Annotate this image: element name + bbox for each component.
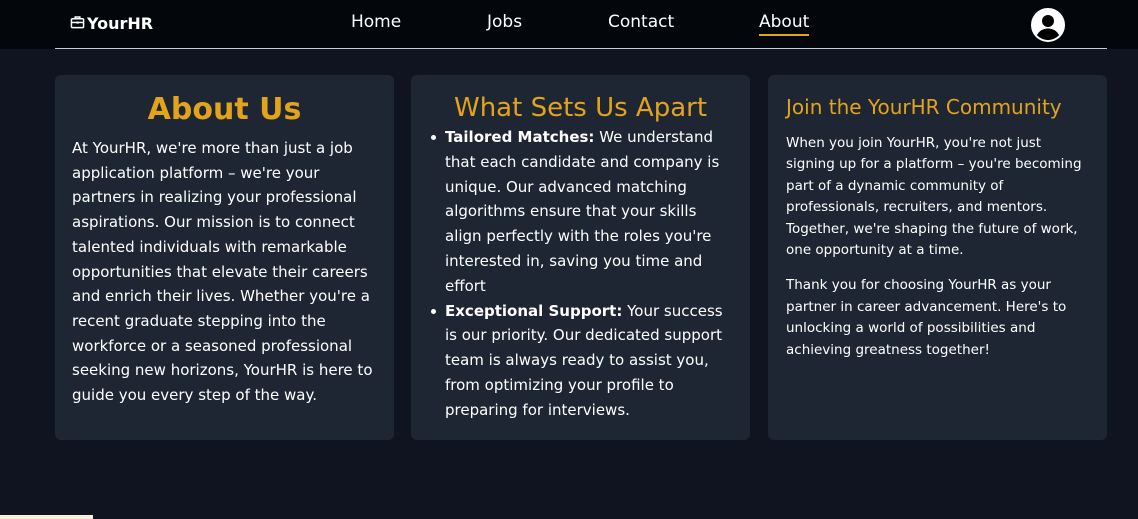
list-item: Exceptional Support: Your success is our… [431,299,733,423]
corner-strip [0,515,93,519]
nav-divider [55,48,1107,49]
nav-contact[interactable]: Contact [608,12,674,32]
list-item-heading: Exceptional Support: [445,301,623,320]
community-paragraph: When you join YourHR, you're not just si… [786,135,1082,259]
list-item-text: We understand that each candidate and co… [445,128,720,295]
community-title: Join the YourHR Community [786,95,1062,119]
community-paragraph: Thank you for choosing YourHR as your pa… [786,277,1067,358]
navbar: YourHR Home Jobs Contact About [0,0,1138,49]
nav-about[interactable]: About [759,12,810,36]
about-card: About Us At YourHR, we're more than just… [55,75,394,440]
nav-links: Home Jobs Contact About [0,12,1138,42]
list-item-heading: Tailored Matches: [445,128,595,146]
apart-title: What Sets Us Apart [453,93,708,123]
user-icon [1033,10,1063,40]
community-card: Join the YourHR Community When you join … [768,75,1107,440]
apart-list: Tailored Matches: We understand that eac… [431,125,733,423]
nav-home[interactable]: Home [351,12,401,32]
user-avatar[interactable] [1031,8,1065,42]
nav-jobs[interactable]: Jobs [487,12,522,32]
about-body: At YourHR, we're more than just a job ap… [72,139,373,405]
about-title: About Us [147,92,302,127]
apart-card: What Sets Us Apart Tailored Matches: We … [411,75,750,440]
list-item: Tailored Matches: We understand that eac… [431,125,733,299]
